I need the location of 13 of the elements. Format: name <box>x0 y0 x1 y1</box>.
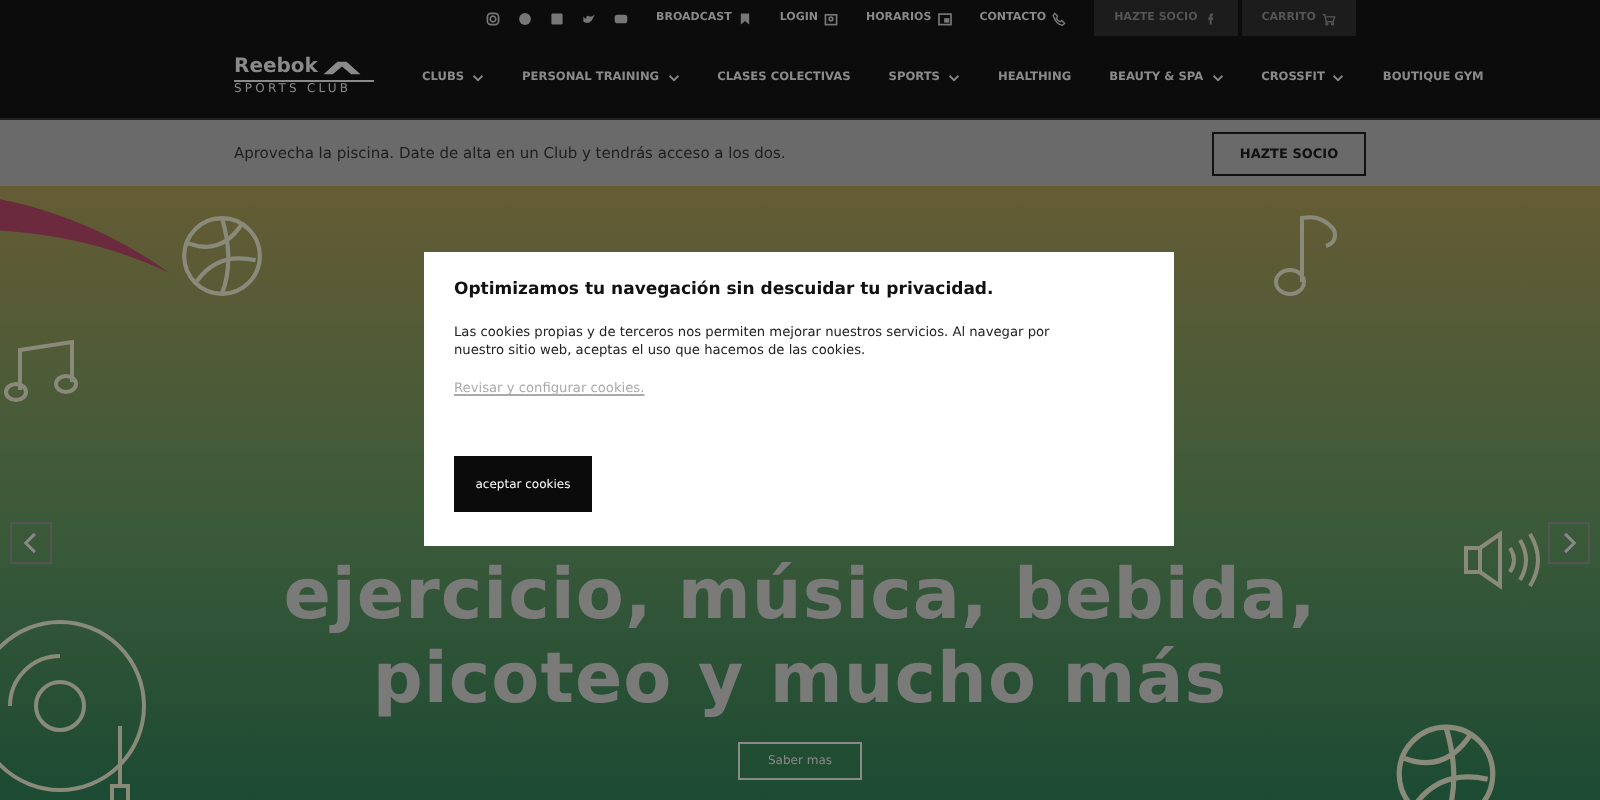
phone-icon <box>1052 11 1067 25</box>
bookmark-icon <box>737 11 752 25</box>
logo-mark-icon <box>321 59 362 75</box>
user-card-icon <box>824 11 838 25</box>
hero-heading: ejercicio, música, bebida, <box>283 554 1317 638</box>
instagram-icon[interactable] <box>486 11 501 25</box>
hero-heading: picoteo y mucho más <box>372 638 1228 722</box>
music-note-icon <box>4 338 84 406</box>
ball-icon <box>180 214 264 298</box>
cart-icon <box>1322 11 1336 25</box>
calendar-icon <box>937 11 952 25</box>
dialog-title: Optimizamos tu navegación sin descuidar tu privacidad. <box>454 280 994 300</box>
twitter-icon[interactable] <box>582 11 597 25</box>
